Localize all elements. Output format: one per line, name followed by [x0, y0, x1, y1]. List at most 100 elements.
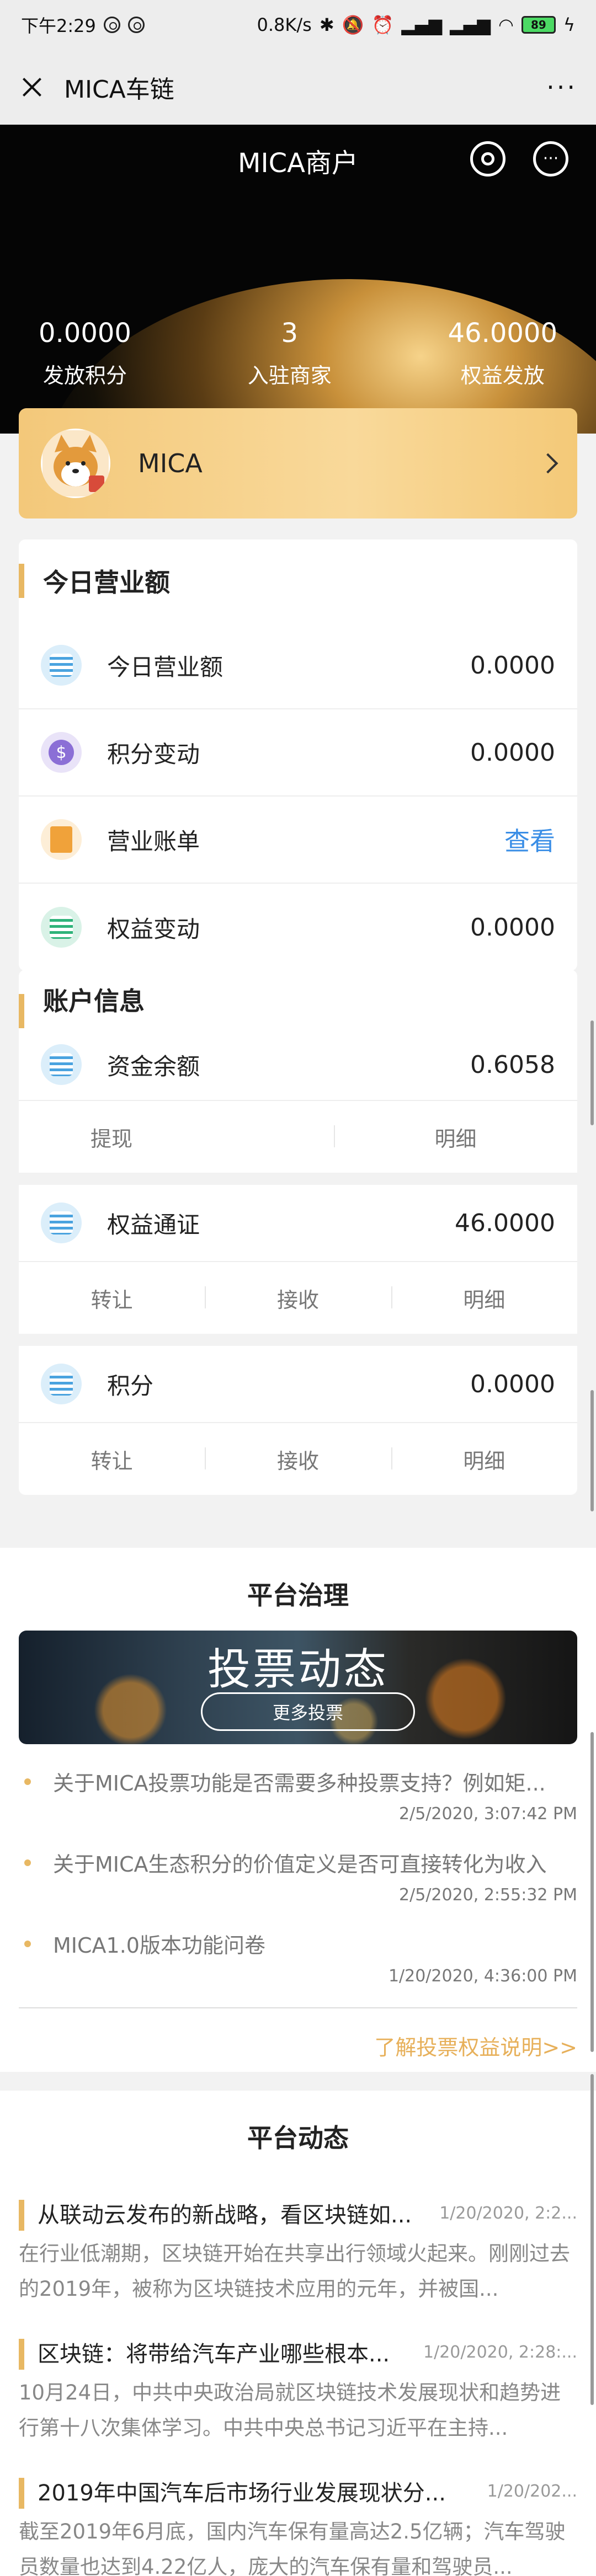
stat-label: 入驻商家: [247, 364, 332, 388]
alarm-icon: ⏰: [371, 14, 394, 35]
row-points: 积分 0.0000: [19, 1346, 577, 1423]
news-summary: 在行业低潮期，区块链开始在共享出行领域火起来。刚刚过去的2019年，被称为区块链…: [19, 2242, 570, 2301]
shiba-avatar-icon: [42, 430, 109, 496]
page-title: MICA车链: [64, 76, 174, 104]
stat-equity-issued: 46.0000 权益发放: [448, 318, 558, 389]
row-equity-change[interactable]: 权益变动 0.0000: [19, 884, 577, 971]
news-header: 2019年中国汽车后市场行业发展现状分... 1/20/202...: [19, 2476, 577, 2509]
points-detail-button[interactable]: 明细: [391, 1444, 577, 1474]
row-label: 积分: [107, 1372, 154, 1399]
view-bill-link[interactable]: 查看: [504, 821, 555, 858]
list-item[interactable]: MICA1.0版本功能问卷 1/20/2020, 4:36:00 PM: [19, 1921, 577, 1991]
balance-detail-button[interactable]: 明细: [334, 1122, 577, 1152]
news-date: 1/20/202...: [487, 2481, 577, 2501]
row-points-change[interactable]: $ 积分变动 0.0000: [19, 709, 577, 797]
points-receive-button[interactable]: 接收: [205, 1444, 391, 1474]
vote-banner[interactable]: 投票动态 更多投票: [19, 1631, 577, 1744]
list-item[interactable]: 2019年中国汽车后市场行业发展现状分... 1/20/202... 截至201…: [19, 2468, 577, 2576]
row-value: 0.6058: [470, 1050, 555, 1079]
row-label: 营业账单: [107, 827, 200, 855]
stat-label: 发放积分: [42, 364, 127, 388]
network-speed: 0.8K/s: [257, 14, 312, 35]
more-votes-button[interactable]: 更多投票: [201, 1692, 415, 1731]
list-item[interactable]: 从联动云发布的新战略，看区块链如... 1/20/2020, 2:2... 在行…: [19, 2190, 577, 2307]
card-title: 账户信息: [19, 970, 577, 1029]
stack-icon: [41, 1364, 82, 1404]
row-label: 权益通证: [107, 1211, 200, 1238]
more-options-icon[interactable]: ···: [546, 72, 577, 102]
row-today-revenue[interactable]: 今日营业额 0.0000: [19, 622, 577, 709]
scrollbar[interactable]: [590, 1732, 594, 2052]
hero-title: MICA商户: [238, 148, 358, 179]
news-date: 1/20/2020, 2:2...: [439, 2203, 577, 2223]
vote-date: 2/5/2020, 2:55:32 PM: [399, 1885, 577, 1905]
section-title: 平台动态: [247, 2123, 349, 2153]
row-business-bill[interactable]: 营业账单 查看: [19, 797, 577, 884]
stack-icon: [41, 1203, 82, 1243]
bluetooth-icon: ✱: [319, 14, 334, 35]
vote-title: MICA1.0版本功能问卷: [19, 1928, 577, 1959]
row-label: 权益变动: [107, 915, 200, 943]
platform-news-section: 平台动态 从联动云发布的新战略，看区块链如... 1/20/2020, 2:2.…: [0, 2091, 596, 2576]
stat-value: 3: [281, 318, 298, 349]
list-item[interactable]: 关于MICA投票功能是否需要多种投票支持？例如矩... 2/5/2020, 3:…: [19, 1759, 577, 1829]
row-equity-token: 权益通证 46.0000: [19, 1185, 577, 1262]
status-bar: 下午2:29 0.8K/s ✱ 🔕 ⏰ ▂▄▆ ▂▄▆ ◠ 89 ϟ: [0, 0, 596, 50]
stack-icon: [41, 1044, 82, 1085]
divider: [19, 1334, 577, 1346]
token-detail-button[interactable]: 明细: [391, 1283, 577, 1313]
chevron-right-icon: [538, 453, 558, 474]
charging-icon: ϟ: [563, 14, 575, 35]
merchant-entry[interactable]: MICA: [19, 408, 577, 519]
scrollbar[interactable]: [590, 1390, 594, 1511]
vote-date: 1/20/2020, 4:36:00 PM: [388, 1966, 577, 1986]
scrollbar[interactable]: [590, 1020, 594, 1125]
stat-value: 0.0000: [39, 318, 131, 349]
app-notification-icon: [103, 17, 120, 33]
platform-governance-section: 平台治理 投票动态 更多投票 关于MICA投票功能是否需要多种投票支持？例如矩.…: [0, 1548, 596, 2072]
vote-date: 2/5/2020, 3:07:42 PM: [399, 1804, 577, 1824]
status-time: 下午2:29: [21, 15, 96, 36]
news-summary: 截至2019年6月底，国内汽车保有量高达2.5亿辆；汽车驾驶员数量也达到4.22…: [19, 2520, 566, 2576]
row-fund-balance: 资金余额 0.6058: [19, 1029, 577, 1101]
dollar-icon: $: [41, 732, 82, 773]
stack-icon: [41, 645, 82, 686]
balance-actions: 提现 明细: [19, 1101, 577, 1173]
withdraw-button[interactable]: 提现: [19, 1122, 334, 1152]
learn-vote-rights-link[interactable]: 了解投票权益说明>>: [0, 2008, 596, 2061]
message-icon[interactable]: ···: [533, 141, 568, 177]
points-transfer-button[interactable]: 转让: [19, 1444, 205, 1474]
signal-icon: ▂▄▆: [450, 14, 491, 35]
scrollbar[interactable]: [590, 2074, 594, 2405]
account-info-card: 账户信息 资金余额 0.6058 提现 明细 权益通证 46.0000 转让 接…: [19, 970, 577, 1495]
settings-gear-icon[interactable]: [470, 141, 505, 177]
row-value: 0.0000: [470, 651, 555, 680]
stat-merchants: 3 入驻商家: [248, 318, 332, 389]
wifi-icon: ◠: [498, 14, 514, 35]
list-item[interactable]: 关于MICA生态积分的价值定义是否可直接转化为收入 2/5/2020, 2:55…: [19, 1840, 577, 1910]
hero-banner: MICA商户 ··· 0.0000 发放积分 3 入驻商家 46.0000 权益…: [0, 125, 596, 434]
news-date: 1/20/2020, 2:28:...: [423, 2342, 577, 2362]
row-label: 积分变动: [107, 740, 200, 768]
merchant-name: MICA: [138, 448, 203, 478]
token-receive-button[interactable]: 接收: [205, 1283, 391, 1313]
stats-row: 0.0000 发放积分 3 入驻商家 46.0000 权益发放: [0, 318, 596, 389]
vote-list: 关于MICA投票功能是否需要多种投票支持？例如矩... 2/5/2020, 3:…: [0, 1744, 596, 1991]
row-label: 资金余额: [107, 1052, 200, 1080]
points-actions: 转让 接收 明细: [19, 1423, 577, 1495]
today-revenue-card: 今日营业额 今日营业额 0.0000 $ 积分变动 0.0000 营业账单 查看…: [19, 539, 577, 971]
avatar: [41, 429, 110, 498]
vote-title: 关于MICA生态积分的价值定义是否可直接转化为收入: [19, 1847, 577, 1878]
mute-icon: 🔕: [342, 14, 364, 35]
app-notification-icon: [127, 17, 145, 33]
close-icon[interactable]: [19, 74, 45, 100]
nav-bar: MICA车链 ···: [0, 50, 596, 125]
stat-issued-points: 0.0000 发放积分: [39, 318, 131, 389]
bill-icon: [41, 819, 82, 860]
token-transfer-button[interactable]: 转让: [19, 1283, 205, 1313]
list-item[interactable]: 区块链：将带给汽车产业哪些根本... 1/20/2020, 2:28:... 1…: [19, 2329, 577, 2446]
news-title: 区块链：将带给汽车产业哪些根本...: [38, 2342, 390, 2367]
token-actions: 转让 接收 明细: [19, 1262, 577, 1334]
signal-icon: ▂▄▆: [401, 14, 443, 35]
news-title: 从联动云发布的新战略，看区块链如...: [38, 2203, 412, 2228]
